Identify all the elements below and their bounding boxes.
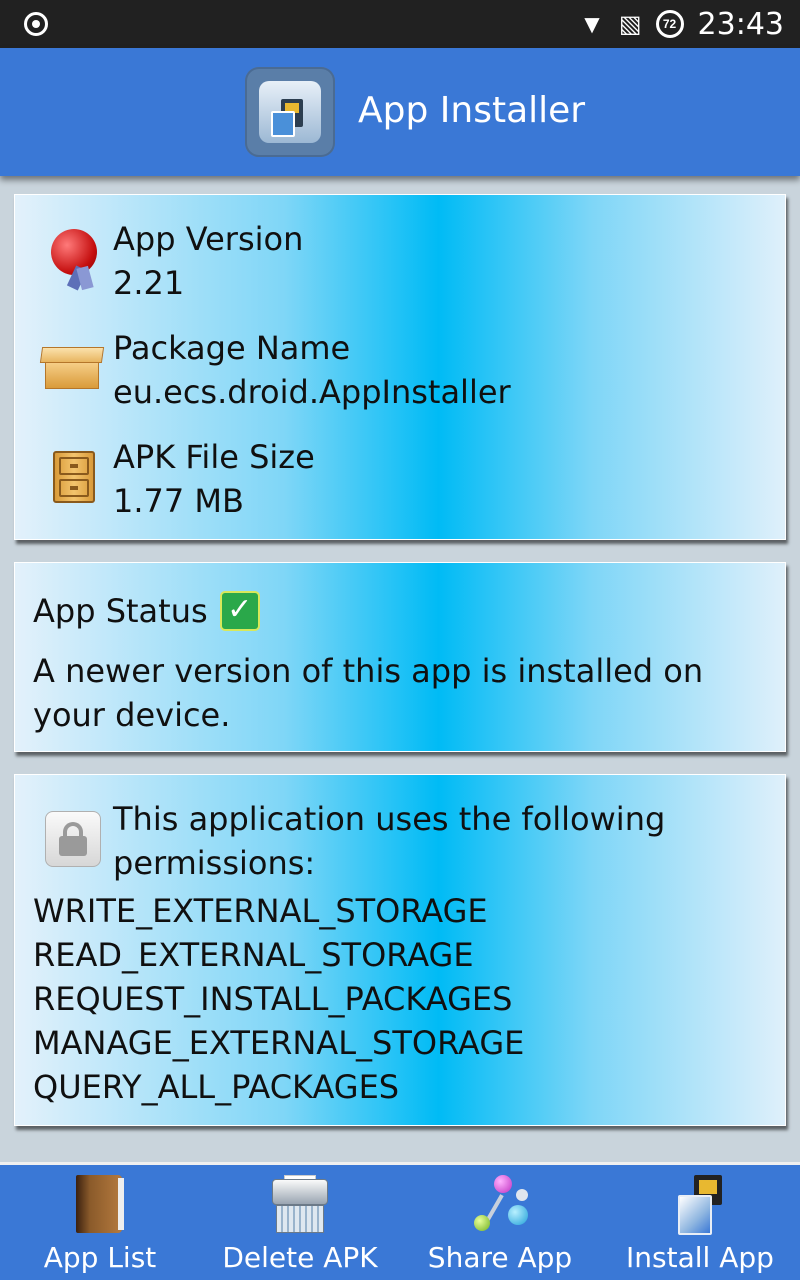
permission-item: WRITE_EXTERNAL_STORAGE <box>33 892 488 930</box>
permissions-list: WRITE_EXTERNAL_STORAGE READ_EXTERNAL_STO… <box>33 889 524 1109</box>
lock-icon <box>45 811 101 867</box>
share-icon <box>470 1175 530 1235</box>
award-ribbon-icon <box>49 227 99 291</box>
permission-item: QUERY_ALL_PACKAGES <box>33 1068 400 1106</box>
status-title-row: App Status ✓ <box>33 591 260 631</box>
delete-apk-button[interactable]: Delete APK <box>200 1165 400 1280</box>
permission-item: READ_EXTERNAL_STORAGE <box>33 936 474 974</box>
checkmark-icon: ✓ <box>219 591 260 631</box>
status-bar: ▼ ▧ 72 23:43 <box>0 0 800 48</box>
size-row: APK File Size 1.77 MB <box>113 435 315 523</box>
size-value: 1.77 MB <box>113 482 244 520</box>
package-row: Package Name eu.ecs.droid.AppInstaller <box>113 326 511 414</box>
version-row: App Version 2.21 <box>113 217 303 305</box>
size-label: APK File Size <box>113 438 315 476</box>
app-list-label: App List <box>43 1241 157 1274</box>
status-message: A newer version of this app is installed… <box>33 652 704 734</box>
permission-item: REQUEST_INSTALL_PACKAGES <box>33 980 513 1018</box>
app-list-button[interactable]: App List <box>0 1165 200 1280</box>
permissions-card: This application uses the following perm… <box>14 774 786 1126</box>
install-app-label: Install App <box>626 1241 774 1274</box>
version-value: 2.21 <box>113 264 185 302</box>
shredder-icon <box>270 1175 330 1235</box>
permission-item: MANAGE_EXTERNAL_STORAGE <box>33 1024 525 1062</box>
file-cabinet-icon <box>53 451 95 503</box>
wifi-icon: ▼ <box>579 8 605 39</box>
permissions-intro: This application uses the following perm… <box>113 800 666 882</box>
package-label: Package Name <box>113 329 351 367</box>
bottom-navigation: App List Delete APK Share App Install Ap… <box>0 1162 800 1280</box>
sd-card-icon <box>670 1175 730 1235</box>
package-box-icon <box>39 341 105 391</box>
clock: 23:43 <box>697 6 784 42</box>
version-label: App Version <box>113 220 304 258</box>
app-header: App Installer <box>0 48 800 176</box>
app-info-card: App Version 2.21 Package Name eu.ecs.dro… <box>14 194 786 540</box>
battery-icon: 72 <box>655 10 684 38</box>
package-value: eu.ecs.droid.AppInstaller <box>113 373 511 411</box>
delete-apk-label: Delete APK <box>222 1241 378 1274</box>
book-icon <box>70 1175 130 1235</box>
install-app-button[interactable]: Install App <box>600 1165 800 1280</box>
record-icon <box>24 12 48 36</box>
share-app-button[interactable]: Share App <box>400 1165 600 1280</box>
status-title: App Status <box>33 592 208 630</box>
no-sim-icon: ▧ <box>618 10 642 38</box>
app-installer-logo-icon <box>245 67 335 157</box>
app-status-card: App Status ✓ A newer version of this app… <box>14 562 786 752</box>
share-app-label: Share App <box>427 1241 573 1274</box>
page-title: App Installer <box>358 90 586 131</box>
